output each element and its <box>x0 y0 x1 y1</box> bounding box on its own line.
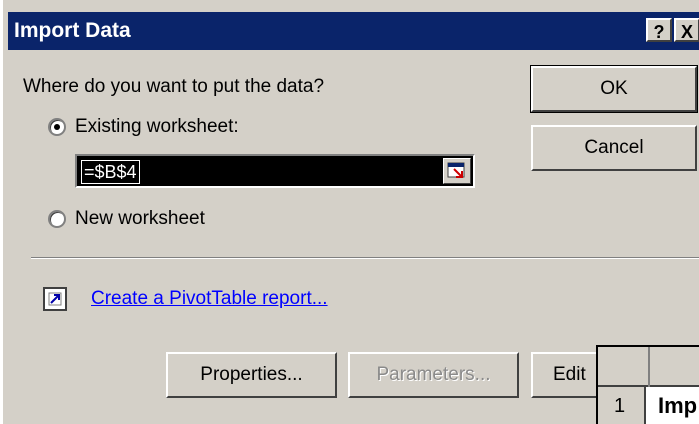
range-select-icon <box>447 162 465 178</box>
row-number: 1 <box>614 395 626 417</box>
cancel-button[interactable]: Cancel <box>531 125 697 171</box>
ok-button[interactable]: OK <box>530 65 698 113</box>
divider <box>31 257 699 259</box>
title-bar[interactable]: Import Data ? X <box>8 12 699 50</box>
new-worksheet-label[interactable]: New worksheet <box>75 208 205 230</box>
pivottable-icon[interactable] <box>43 287 67 311</box>
worksheet-preview: 1 Imp <box>596 345 699 424</box>
import-data-dialog: Import Data ? X Where do you want to put… <box>0 0 699 424</box>
edit-query-button[interactable]: Edit <box>531 352 601 398</box>
create-pivottable-link[interactable]: Create a PivotTable report... <box>91 288 328 310</box>
question-label: Where do you want to put the data? <box>23 76 325 97</box>
collapse-dialog-button[interactable] <box>443 158 471 184</box>
existing-worksheet-label[interactable]: Existing worksheet: <box>75 116 239 138</box>
close-button[interactable]: X <box>674 18 699 42</box>
reference-input[interactable]: =$B$4 <box>75 154 475 188</box>
dialog-title: Import Data <box>14 19 131 42</box>
pivot-arrow-icon <box>48 292 62 306</box>
parameters-button: Parameters... <box>348 352 519 398</box>
cell-text: Imp <box>658 393 698 418</box>
existing-worksheet-radio[interactable] <box>48 118 66 136</box>
help-button[interactable]: ? <box>646 18 672 42</box>
reference-value: =$B$4 <box>81 160 140 184</box>
properties-button[interactable]: Properties... <box>166 352 337 398</box>
new-worksheet-radio[interactable] <box>48 210 66 228</box>
header-separator <box>648 347 650 387</box>
